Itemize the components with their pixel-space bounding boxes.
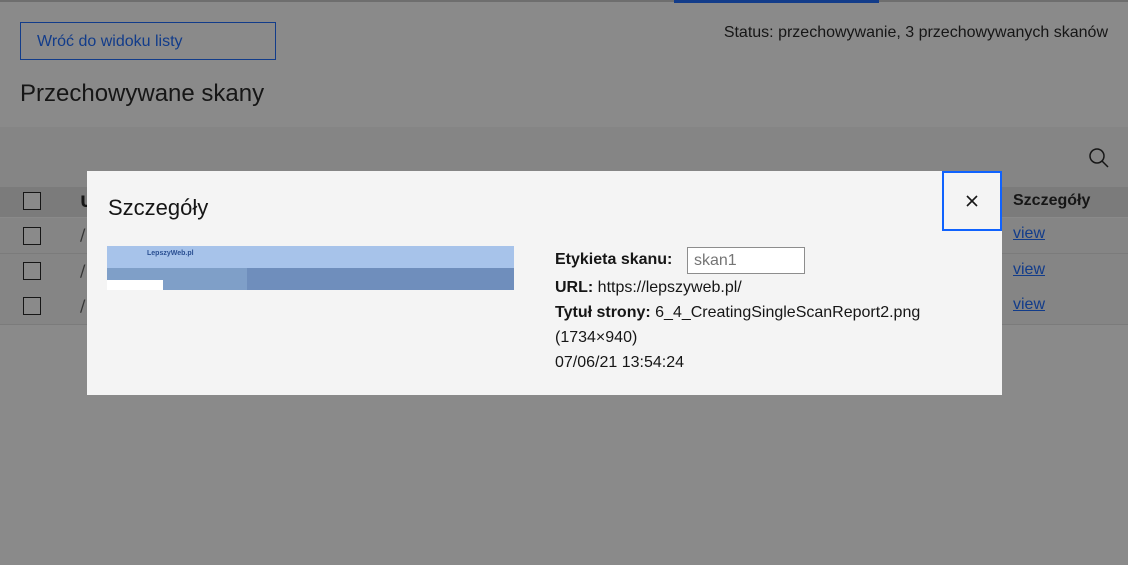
scan-thumbnail: LepszyWeb.pl — [107, 246, 514, 290]
thumbnail-logo: LepszyWeb.pl — [147, 250, 194, 257]
close-modal-button[interactable] — [942, 171, 1002, 231]
url-caption: URL: — [555, 279, 594, 296]
page-title-row: Tytuł strony: 6_4_CreatingSingleScanRepo… — [555, 304, 920, 322]
thumbnail-card — [107, 280, 163, 290]
page-title-value: 6_4_CreatingSingleScanReport2.png — [655, 304, 921, 321]
modal-title: Szczegóły — [108, 195, 209, 220]
details-modal: Szczegóły LepszyWeb.pl Etykieta skanu: U… — [87, 171, 1002, 395]
close-icon — [966, 195, 978, 207]
thumbnail-hero-image — [247, 268, 514, 290]
url-row: URL: https://lepszyweb.pl/ — [555, 279, 742, 297]
timestamp-text: 07/06/21 13:54:24 — [555, 354, 685, 371]
scan-label-input[interactable] — [687, 247, 805, 274]
scan-label-caption: Etykieta skanu: — [555, 251, 673, 268]
dimensions-text: (1734×940) — [555, 329, 638, 346]
url-value: https://lepszyweb.pl/ — [597, 279, 742, 296]
page-title-caption: Tytuł strony: — [555, 304, 651, 321]
scan-label-row: Etykieta skanu: — [555, 251, 672, 269]
